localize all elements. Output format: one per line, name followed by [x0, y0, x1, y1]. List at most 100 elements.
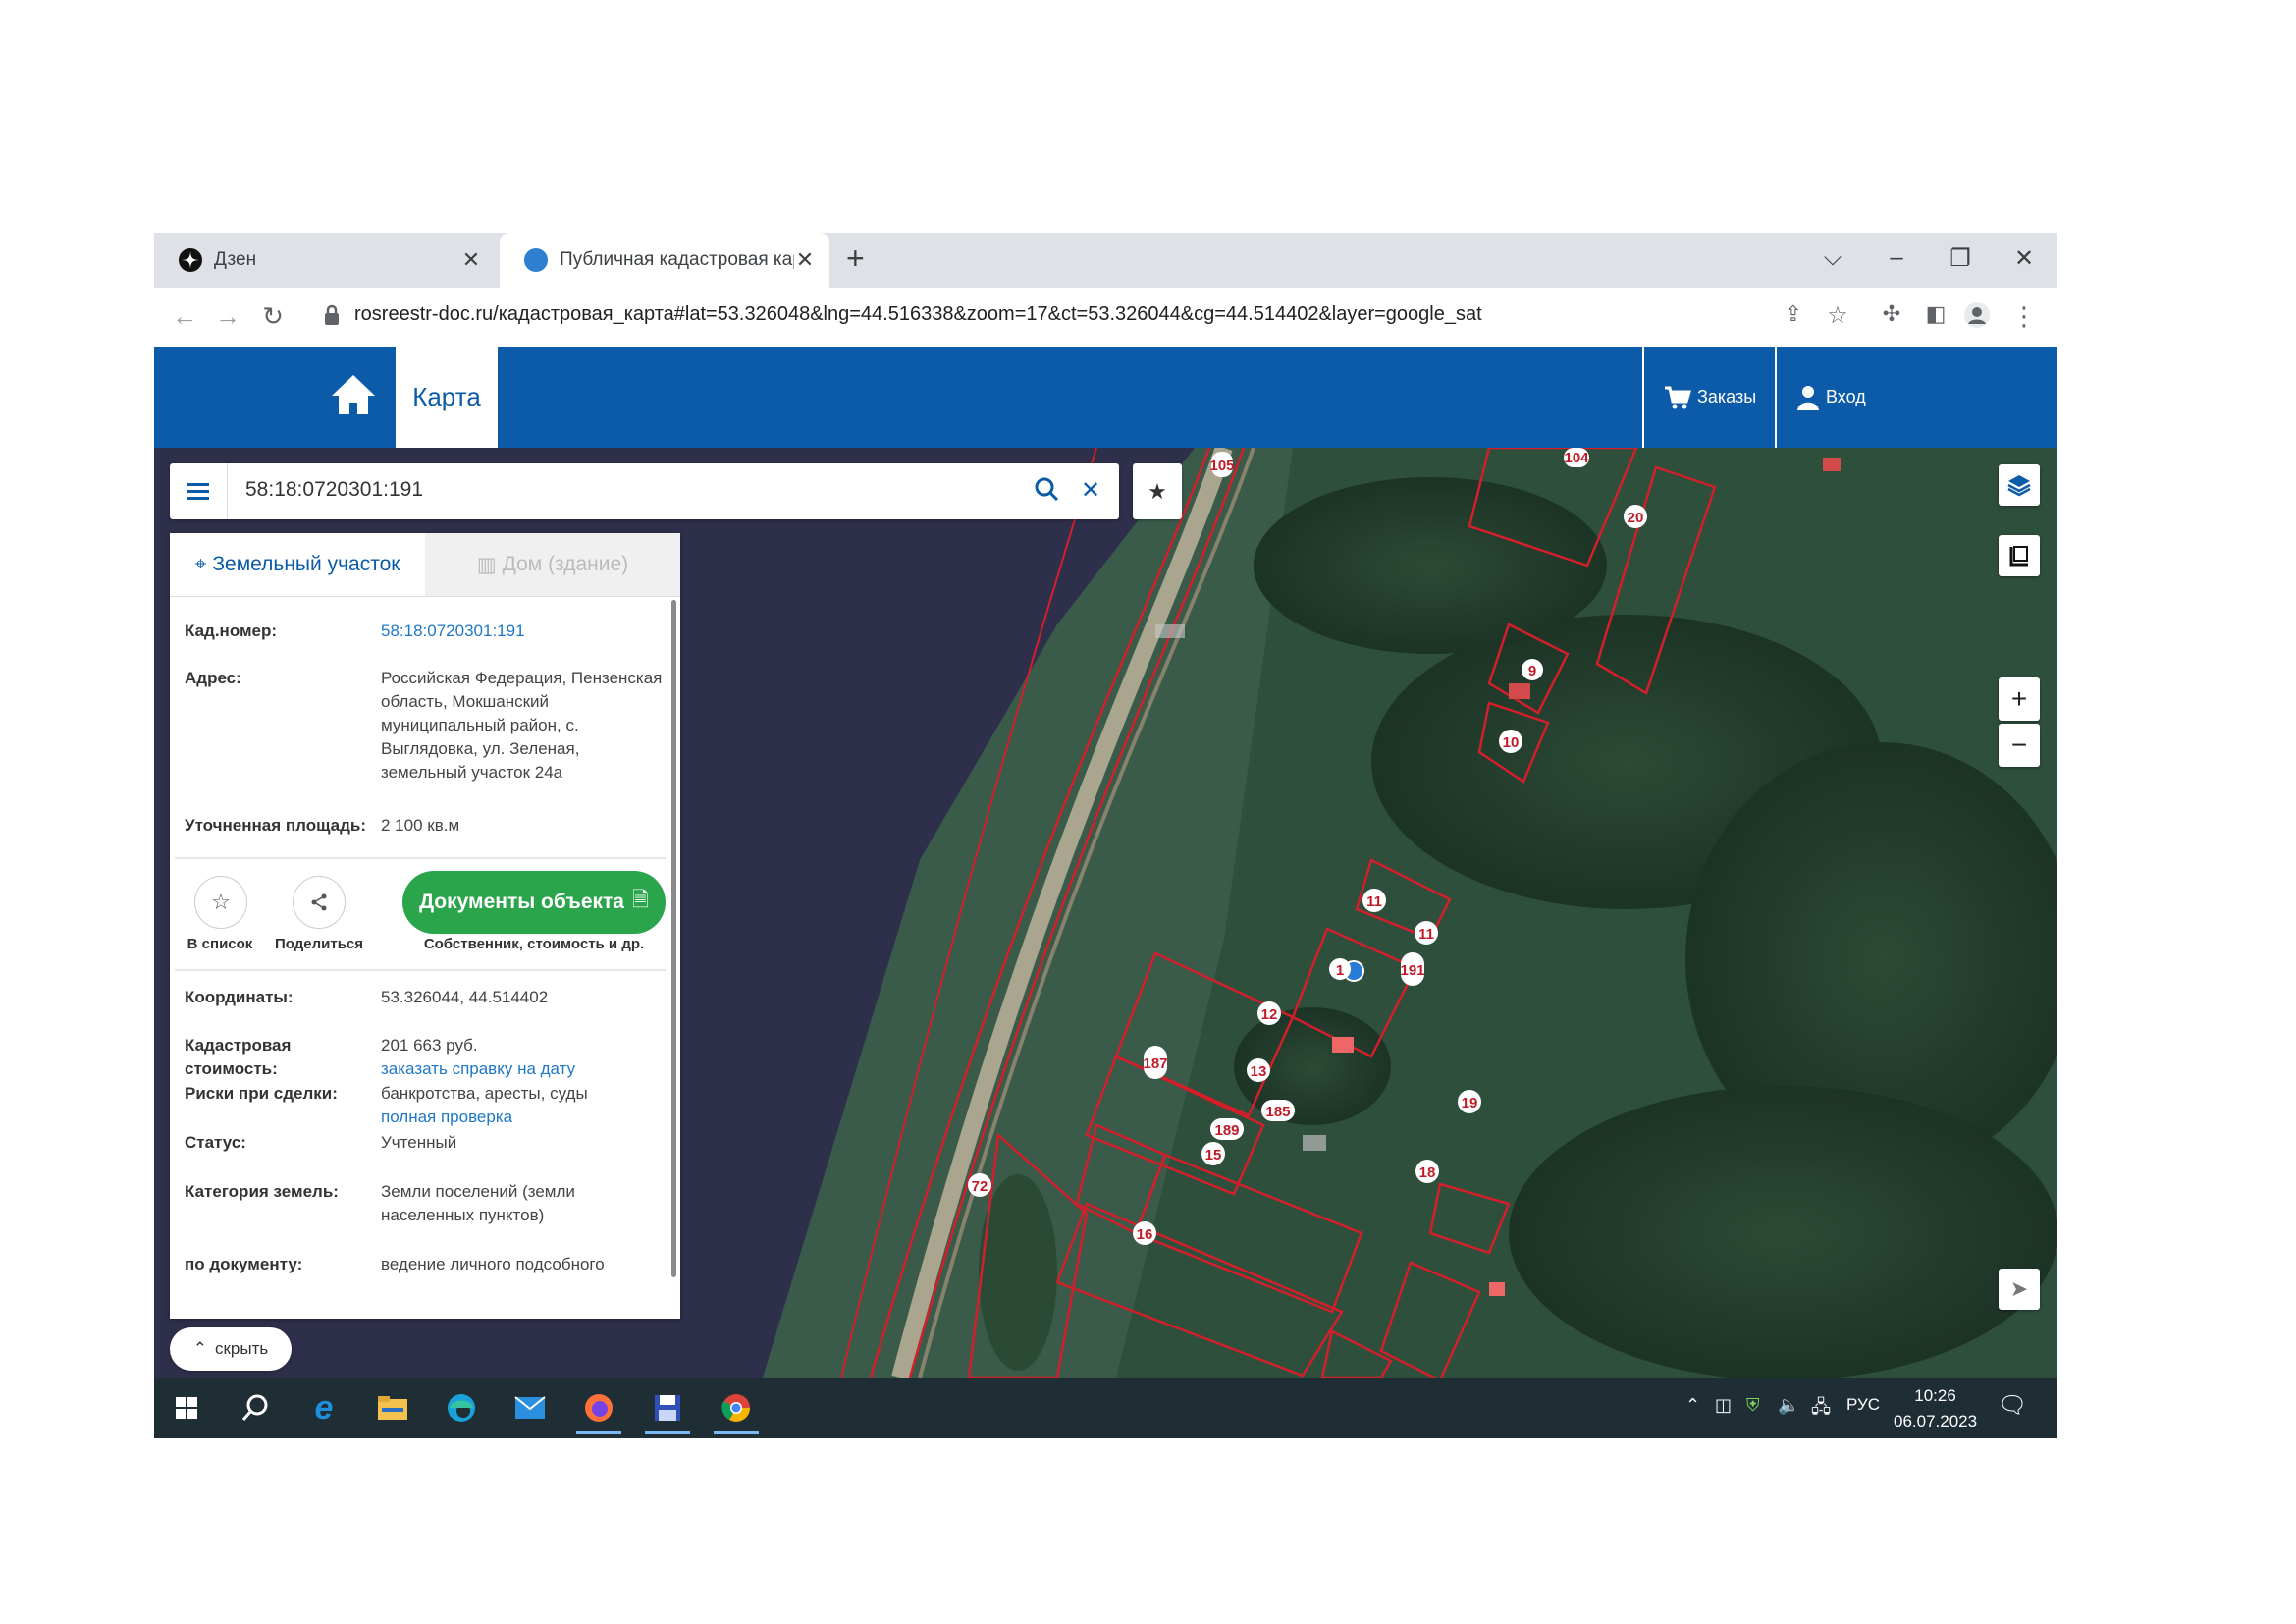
address-toolbar: ← → ↻ rosreestr-doc.ru/кадастровая_карта…	[154, 288, 2057, 348]
volume-icon[interactable]: 🔈	[1778, 1395, 1799, 1416]
cadastral-search-input[interactable]	[243, 477, 1013, 503]
reload-icon[interactable]: ↻	[258, 301, 288, 332]
network-icon[interactable]: 🖧	[1811, 1395, 1831, 1425]
zoom-in-button[interactable]: +	[1999, 677, 2040, 721]
plot-label[interactable]: 9	[1522, 659, 1543, 680]
edge-browser-icon[interactable]	[439, 1385, 484, 1431]
extensions-icon[interactable]: ✣	[1877, 301, 1906, 327]
plot-label[interactable]: 10	[1499, 730, 1522, 753]
documents-button[interactable]: Документы объекта 🗎	[402, 871, 666, 934]
tab-house[interactable]: ▥ Дом (здание)	[425, 533, 680, 596]
clear-search-icon[interactable]: ✕	[1081, 476, 1100, 505]
tab-close-icon[interactable]: ✕	[794, 247, 816, 273]
share-icon[interactable]	[293, 876, 346, 929]
svg-text:18: 18	[1419, 1164, 1436, 1181]
favorites-star-icon[interactable]: ★	[1133, 463, 1182, 519]
tab-search-chevron-icon[interactable]: ⌵	[1818, 244, 1847, 272]
clock-date: 06.07.2023	[1894, 1412, 1978, 1431]
cad-number-link[interactable]: 58:18:0720301:191	[381, 620, 666, 643]
plot-label[interactable]: 104	[1564, 448, 1589, 467]
tab-close-icon[interactable]: ✕	[460, 247, 482, 273]
plot-label[interactable]: 18	[1415, 1160, 1439, 1183]
field-label: Координаты:	[185, 988, 294, 1006]
search-icon[interactable]	[233, 1385, 278, 1431]
plot-label[interactable]: 11	[1362, 889, 1386, 912]
side-panel-icon[interactable]: ◧	[1921, 301, 1950, 327]
svg-text:10: 10	[1503, 734, 1520, 751]
plot-label[interactable]: 16	[1133, 1221, 1156, 1245]
lock-icon[interactable]	[323, 304, 341, 326]
minimize-button[interactable]: –	[1882, 244, 1911, 272]
mail-icon[interactable]	[507, 1385, 553, 1431]
plot-label[interactable]: 105	[1209, 452, 1235, 477]
plot-label[interactable]: 185	[1261, 1100, 1295, 1121]
field-value: Земли поселений (земли населенных пункто…	[381, 1182, 575, 1224]
svg-text:20: 20	[1628, 510, 1644, 526]
language-indicator[interactable]: РУС	[1846, 1395, 1880, 1415]
bookmark-star-icon[interactable]: ☆	[1823, 301, 1852, 330]
plot-label[interactable]: 12	[1257, 1001, 1281, 1025]
plot-label[interactable]: 13	[1247, 1058, 1270, 1082]
user-icon	[1797, 385, 1819, 410]
save-disk-icon[interactable]	[645, 1385, 690, 1434]
tab-land-plot[interactable]: ⌖ Земельный участок	[170, 533, 425, 596]
browser-menu-icon[interactable]: ⋮	[2009, 301, 2039, 332]
clock-time: 10:26	[1914, 1386, 1956, 1405]
chrome-icon[interactable]	[714, 1385, 759, 1434]
ruler-measure-icon[interactable]	[1999, 535, 2040, 576]
profile-avatar-icon[interactable]	[1962, 301, 1992, 336]
panel-scrollbar[interactable]	[671, 600, 676, 1277]
plot-label[interactable]: 187	[1143, 1046, 1168, 1079]
documents-button-label: Документы объекта	[419, 891, 624, 913]
svg-text:105: 105	[1209, 458, 1234, 474]
camera-mic-icon[interactable]: ◫	[1715, 1395, 1732, 1416]
dzen-icon	[179, 248, 202, 272]
geolocate-arrow-icon[interactable]: ➤	[1999, 1269, 2040, 1310]
file-explorer-icon[interactable]	[370, 1385, 415, 1431]
field-label: Статус:	[185, 1133, 246, 1152]
hide-panel-button[interactable]: ⌃ скрыть	[170, 1327, 292, 1371]
orders-button[interactable]: Заказы	[1642, 347, 1775, 448]
windows-start-icon[interactable]	[164, 1385, 209, 1431]
plot-label[interactable]: 15	[1201, 1142, 1225, 1165]
internet-explorer-icon[interactable]: e	[301, 1385, 347, 1431]
zoom-out-button[interactable]: −	[1999, 724, 2040, 767]
field-value: Учтенный	[381, 1133, 457, 1152]
share-page-icon[interactable]: ⇪	[1779, 301, 1808, 327]
windows-taskbar: e ⌃ ◫ ⛨ 🔈 🖧 РУС 10:26 06.07.2023 🗨	[154, 1378, 2057, 1438]
plot-label[interactable]: 19	[1458, 1090, 1481, 1113]
notification-icon[interactable]: 🗨	[1998, 1391, 2027, 1420]
firefox-icon[interactable]	[576, 1385, 621, 1434]
back-arrow-icon[interactable]: ←	[170, 301, 199, 332]
tab-cadastral-map[interactable]: Публичная кадастровая карта 2 ✕	[500, 233, 829, 288]
plot-label[interactable]: 189	[1210, 1118, 1244, 1140]
field-value: 201 663 руб.	[381, 1036, 478, 1055]
plot-label[interactable]: 1	[1329, 958, 1351, 980]
plot-label[interactable]: 191	[1400, 952, 1425, 986]
svg-text:187: 187	[1143, 1056, 1167, 1072]
tray-chevron-up-icon[interactable]: ⌃	[1685, 1395, 1700, 1416]
full-check-link[interactable]: полная проверка	[381, 1108, 512, 1126]
search-icon[interactable]	[1034, 476, 1059, 509]
order-certificate-link[interactable]: заказать справку на дату	[381, 1059, 575, 1078]
add-to-list-star-icon[interactable]: ☆	[194, 876, 247, 929]
antivirus-shield-icon[interactable]: ⛨	[1746, 1395, 1760, 1416]
clock[interactable]: 10:26 06.07.2023	[1894, 1383, 1977, 1435]
menu-hamburger-icon[interactable]	[170, 463, 228, 519]
home-icon[interactable]	[329, 370, 378, 419]
new-tab-button[interactable]: +	[846, 241, 865, 277]
field-value: Российская Федерация, Пензенская область…	[381, 669, 663, 782]
url-field[interactable]: rosreestr-doc.ru/кадастровая_карта#lat=5…	[354, 303, 1482, 326]
plot-label[interactable]: 20	[1624, 505, 1647, 528]
cart-icon	[1665, 386, 1691, 408]
nav-tab-map[interactable]: Карта	[396, 347, 498, 448]
plot-label[interactable]: 72	[968, 1173, 991, 1197]
layers-icon[interactable]	[1999, 464, 2040, 506]
svg-text:15: 15	[1205, 1147, 1222, 1164]
plot-label[interactable]: 11	[1415, 921, 1438, 945]
close-window-button[interactable]: ✕	[2009, 244, 2039, 273]
restore-button[interactable]: ❐	[1946, 244, 1975, 273]
forward-arrow-icon[interactable]: →	[213, 301, 242, 332]
tab-dzen[interactable]: Дзен ✕	[154, 233, 496, 288]
login-button[interactable]: Вход	[1775, 347, 1924, 448]
